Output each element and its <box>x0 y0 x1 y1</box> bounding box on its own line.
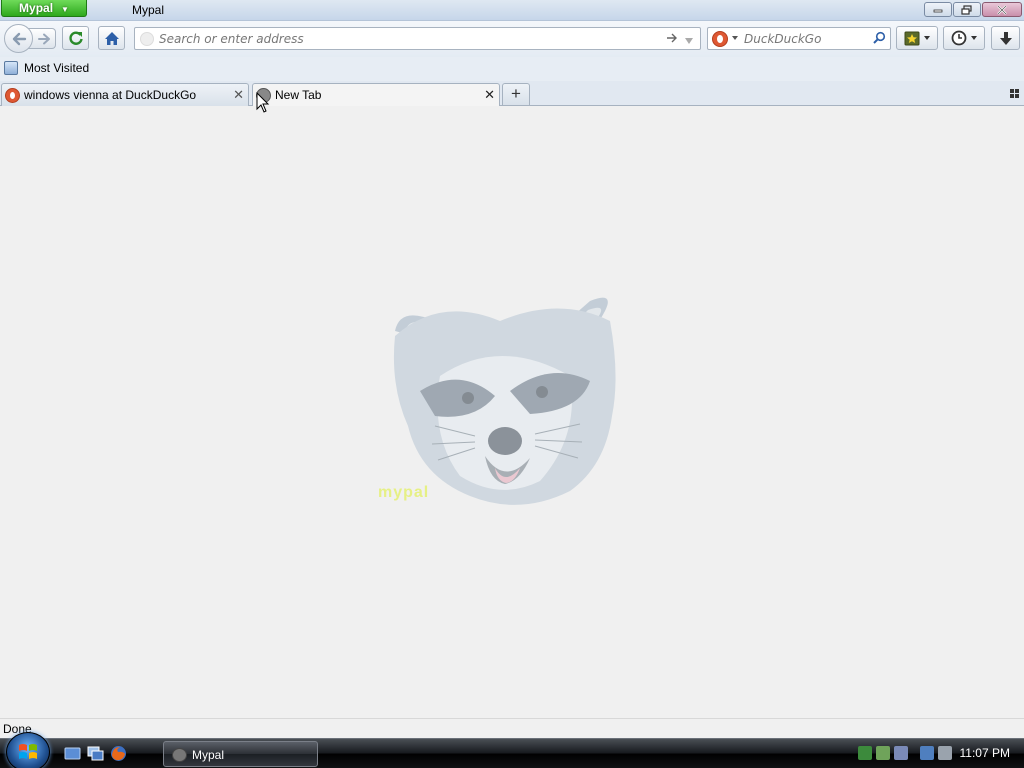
taskbar-task-mypal[interactable]: Mypal <box>163 741 318 767</box>
navigation-toolbar <box>0 21 1024 57</box>
duckduckgo-favicon-icon <box>5 88 20 103</box>
taskbar: Mypal 11:07 PM <box>0 732 1024 768</box>
bookmark-most-visited[interactable]: Most Visited <box>4 61 89 75</box>
search-bar[interactable] <box>707 27 891 50</box>
download-arrow-icon <box>999 31 1012 45</box>
restore-button[interactable] <box>953 2 981 17</box>
reload-icon <box>68 31 83 45</box>
chevron-down-icon: ▼ <box>61 5 69 14</box>
back-button[interactable] <box>4 24 33 53</box>
back-arrow-icon <box>12 32 26 45</box>
minimize-button[interactable] <box>924 2 952 17</box>
bookmark-label: Most Visited <box>24 61 90 75</box>
chevron-down-icon <box>924 36 930 40</box>
history-dropdown-icon[interactable] <box>684 34 694 48</box>
tab-new-tab[interactable]: New Tab ✕ <box>252 83 500 107</box>
display-icon[interactable] <box>920 746 934 760</box>
back-forward-group <box>4 24 56 53</box>
chevron-down-icon <box>971 36 977 40</box>
minimize-icon <box>933 9 943 12</box>
security-icon[interactable] <box>876 746 890 760</box>
history-button[interactable] <box>943 26 985 50</box>
show-desktop-icon[interactable] <box>64 745 81 762</box>
tray-app-icon[interactable] <box>894 746 908 760</box>
clock-icon <box>951 30 967 46</box>
volume-icon[interactable] <box>938 746 952 760</box>
forward-arrow-icon <box>37 33 50 44</box>
switch-windows-icon[interactable] <box>87 745 104 762</box>
clock[interactable]: 11:07 PM <box>960 746 1010 760</box>
window-title: Mypal <box>132 3 165 17</box>
close-icon <box>997 4 1007 15</box>
app-menu-label: Mypal <box>19 1 54 15</box>
close-button[interactable] <box>982 2 1022 17</box>
status-bar: Done <box>0 718 1024 738</box>
tab-list-button[interactable] <box>1010 89 1019 98</box>
mypal-app-icon <box>172 748 187 762</box>
taskbar-task-label: Mypal <box>192 748 225 762</box>
search-icon[interactable] <box>872 31 886 48</box>
bookmark-star-icon <box>904 31 920 45</box>
tab-label: New Tab <box>275 88 322 102</box>
engine-dropdown-icon[interactable] <box>732 36 738 40</box>
tab-label: windows vienna at DuckDuckGo <box>24 88 197 102</box>
network-icon[interactable] <box>858 746 872 760</box>
bookmarks-toolbar: Most Visited <box>0 57 1024 81</box>
home-icon <box>104 31 119 45</box>
tab-strip: windows vienna at DuckDuckGo ✕ New Tab ✕… <box>0 81 1024 107</box>
home-button[interactable] <box>98 26 125 50</box>
new-tab-button[interactable]: + <box>502 83 530 105</box>
caption-buttons <box>924 2 1022 17</box>
page-content: mypal <box>0 106 1024 718</box>
system-tray: 11:07 PM <box>854 739 1024 768</box>
tab-duckduckgo[interactable]: windows vienna at DuckDuckGo ✕ <box>1 83 249 106</box>
address-input[interactable] <box>159 30 659 47</box>
watermark-text: mypal <box>378 484 430 501</box>
search-input[interactable] <box>744 30 868 47</box>
duckduckgo-engine-icon[interactable] <box>712 31 728 47</box>
mouse-cursor-icon <box>256 92 270 113</box>
windows-logo-icon <box>19 744 37 759</box>
raccoon-logo-icon <box>393 297 616 505</box>
app-menu-button[interactable]: Mypal ▼ <box>1 0 87 17</box>
bookmarks-menu-button[interactable] <box>896 26 938 50</box>
tab-close-icon[interactable]: ✕ <box>233 87 244 103</box>
downloads-button[interactable] <box>991 26 1020 50</box>
plus-icon: + <box>511 84 521 103</box>
start-button[interactable] <box>6 732 50 768</box>
folder-icon <box>4 61 18 75</box>
firefox-icon[interactable] <box>110 745 127 762</box>
site-identity-icon[interactable] <box>140 32 154 46</box>
go-arrow-icon[interactable] <box>666 32 678 47</box>
address-bar[interactable] <box>134 27 701 50</box>
reload-button[interactable] <box>62 26 89 50</box>
tab-close-icon[interactable]: ✕ <box>484 87 495 103</box>
title-bar: Mypal ▼ Mypal <box>0 0 1024 21</box>
restore-icon <box>961 4 972 15</box>
